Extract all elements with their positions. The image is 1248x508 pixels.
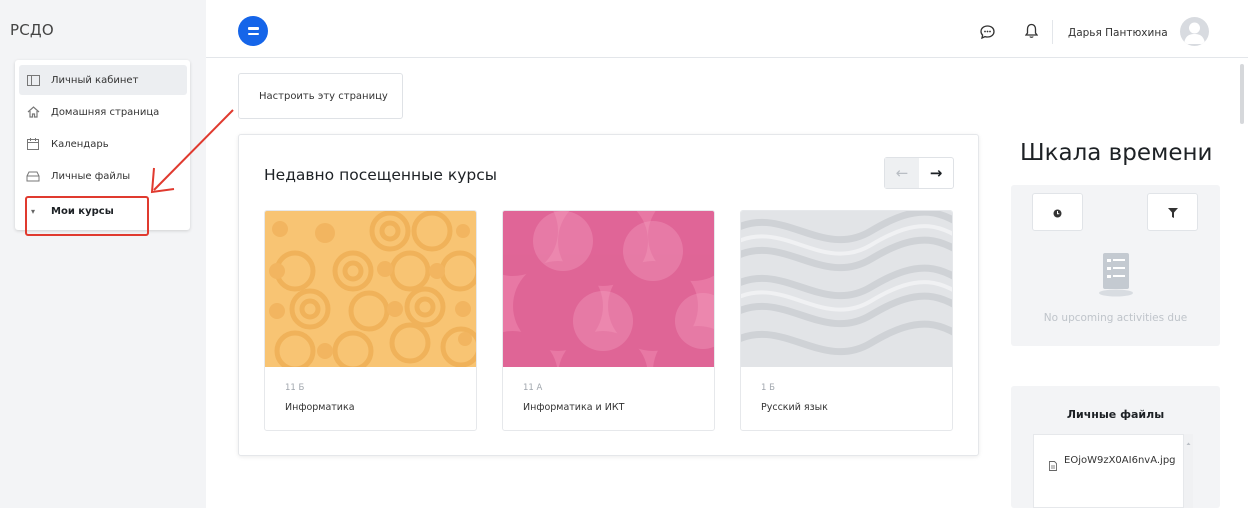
timeline-block: No upcoming activities due (1011, 185, 1220, 346)
sidebar-item-label: Календарь (51, 138, 109, 150)
course-image[interactable] (503, 211, 714, 367)
brand-name[interactable]: РСДО (10, 21, 54, 39)
customize-page-button[interactable]: Настроить эту страницу (238, 73, 403, 119)
timeline-title: Шкала времени (1020, 140, 1213, 166)
course-card[interactable]: 11 А Информатика и ИКТ (502, 210, 715, 431)
sidebar-item-files[interactable]: Личные файлы (19, 161, 187, 191)
avatar[interactable] (1180, 17, 1209, 46)
bell-icon[interactable] (1024, 23, 1039, 43)
page-scrollbar[interactable] (1240, 64, 1244, 124)
sidebar-item-my-courses[interactable]: ▾ Мои курсы (19, 196, 187, 226)
sidebar: РСДО Личный кабинет Домашняя страница Ка… (0, 0, 206, 508)
private-files-block: Личные файлы EOjoW9zX0AI6nvA.jpg (1011, 386, 1220, 508)
sort-by-dates-button[interactable] (1032, 193, 1083, 231)
sidebar-item-calendar[interactable]: Календарь (19, 129, 187, 159)
sidebar-item-dashboard[interactable]: Личный кабинет (19, 65, 187, 95)
clock-icon (1053, 203, 1062, 222)
sidebar-item-label: Личный кабинет (51, 74, 139, 86)
course-paging: ← → (884, 157, 954, 189)
dashboard-icon (26, 73, 40, 87)
sidebar-item-label: Домашняя страница (51, 106, 160, 118)
recent-courses-block: Недавно посещенные курсы ← → 11 Б Информ… (238, 134, 979, 456)
course-card[interactable]: 11 Б Информатика (264, 210, 477, 431)
previous-button[interactable]: ← (885, 158, 919, 188)
image-file-icon (1049, 456, 1057, 475)
calendar-icon (26, 137, 40, 151)
sidebar-item-label: Личные файлы (51, 170, 131, 182)
sidebar-item-label: Мои курсы (51, 205, 114, 217)
home-icon (26, 105, 40, 119)
course-category: 1 Б (761, 383, 775, 393)
course-category: 11 Б (285, 383, 305, 393)
header-divider (1052, 20, 1053, 44)
empty-list-icon (1097, 251, 1135, 301)
filter-button[interactable] (1147, 193, 1198, 231)
app-root: РСДО Личный кабинет Домашняя страница Ка… (0, 0, 1248, 508)
file-item[interactable]: EOjoW9zX0AI6nvA.jpg (1033, 434, 1184, 508)
files-icon (26, 169, 40, 183)
filter-icon (1167, 203, 1178, 222)
course-name[interactable]: Русский язык (761, 402, 828, 413)
file-name[interactable]: EOjoW9zX0AI6nvA.jpg (1064, 455, 1176, 466)
course-name[interactable]: Информатика (285, 402, 355, 413)
course-name[interactable]: Информатика и ИКТ (523, 402, 624, 413)
sidebar-nav: Личный кабинет Домашняя страница Календа… (15, 60, 190, 230)
files-scrollbar[interactable] (1184, 434, 1193, 508)
drawer-toggle-button[interactable] (238, 16, 268, 46)
recent-courses-title: Недавно посещенные курсы (264, 166, 497, 184)
course-image[interactable] (741, 211, 952, 367)
empty-timeline-text: No upcoming activities due (1043, 312, 1188, 324)
topbar: Дарья Пантюхина (206, 0, 1248, 124)
course-card[interactable]: 1 Б Русский язык (740, 210, 953, 431)
course-category: 11 А (523, 383, 543, 393)
user-name[interactable]: Дарья Пантюхина (1068, 27, 1168, 39)
caret-down-icon: ▾ (30, 206, 35, 216)
next-button[interactable]: → (919, 158, 953, 188)
private-files-title: Личные файлы (1066, 408, 1165, 421)
chat-icon[interactable] (980, 24, 995, 43)
sidebar-item-home[interactable]: Домашняя страница (19, 97, 187, 127)
course-image[interactable] (265, 211, 476, 367)
